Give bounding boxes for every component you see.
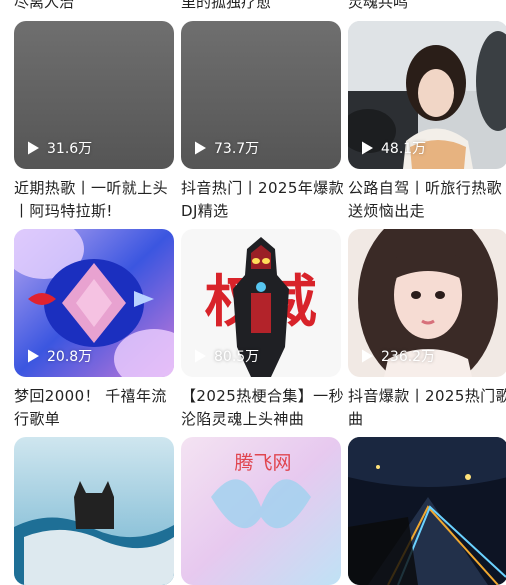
- playlist-card[interactable]: 20.8万 梦回2000！ 千禧年流行歌单: [14, 229, 174, 431]
- play-triangle-icon: [362, 349, 373, 363]
- playlist-card[interactable]: 31.6万 近期热歌丨一听就上头丨阿玛特拉斯!: [14, 21, 174, 223]
- play-count: 236.2万: [359, 346, 435, 366]
- playlist-card[interactable]: [14, 437, 174, 585]
- play-count: 31.6万: [25, 138, 92, 158]
- cover-image: 腾飞网: [181, 437, 341, 585]
- playlist-card[interactable]: 236.2万 抖音爆款丨2025热门歌曲: [348, 229, 506, 431]
- playlist-card[interactable]: 48.1万 公路自驾丨听旅行热歌送烦恼出走: [348, 21, 506, 223]
- previous-row-titles: 尽离人治 里的孤独疗愈 灵魂共鸣: [0, 0, 506, 12]
- watermark-text: 腾飞网: [234, 452, 291, 474]
- play-count-text: 73.7万: [214, 141, 260, 157]
- play-triangle-icon: [28, 141, 39, 155]
- playlist-title[interactable]: 【2025热梗合集】一秒沦陷灵魂上头神曲: [181, 385, 347, 431]
- playlist-cover[interactable]: [348, 437, 506, 585]
- playlist-title[interactable]: 抖音爆款丨2025热门歌曲: [348, 385, 506, 431]
- playlist-cover[interactable]: 腾飞网: [181, 437, 341, 585]
- play-triangle-icon: [362, 141, 373, 155]
- play-count: 48.1万: [359, 138, 426, 158]
- play-count: 73.7万: [192, 138, 259, 158]
- play-count-text: 48.1万: [381, 141, 427, 157]
- cover-image: [14, 437, 174, 585]
- play-count-text: 20.8万: [47, 349, 93, 365]
- play-count-text: 236.2万: [381, 349, 436, 365]
- playlist-cover[interactable]: 48.1万: [348, 21, 506, 169]
- play-count-text: 31.6万: [47, 141, 93, 157]
- playlist-cover[interactable]: 236.2万: [348, 229, 506, 377]
- cover-image: [348, 437, 506, 585]
- playlist-card[interactable]: 73.7万 抖音热门丨2025年爆款DJ精选: [181, 21, 344, 223]
- playlist-cover[interactable]: 20.8万: [14, 229, 174, 377]
- playlist-cover[interactable]: 73.7万: [181, 21, 341, 169]
- play-count: 20.8万: [25, 346, 92, 366]
- play-triangle-icon: [28, 349, 39, 363]
- playlist-cover[interactable]: 31.6万: [14, 21, 174, 169]
- playlist-title[interactable]: 近期热歌丨一听就上头丨阿玛特拉斯!: [14, 177, 180, 223]
- playlist-title: 灵魂共鸣: [348, 0, 409, 11]
- play-triangle-icon: [195, 141, 206, 155]
- play-count-text: 80.5万: [214, 349, 260, 365]
- play-triangle-icon: [195, 349, 206, 363]
- play-count: 80.5万: [192, 346, 259, 366]
- playlist-card[interactable]: 腾飞网: [181, 437, 341, 585]
- playlist-title: 尽离人治: [14, 0, 75, 11]
- playlist-card[interactable]: 权威 80.5万 【2025热梗合集】一秒沦陷灵魂上头神曲: [181, 229, 344, 431]
- playlist-cover[interactable]: 权威 80.5万: [181, 229, 341, 377]
- playlist-cover[interactable]: [14, 437, 174, 585]
- playlist-title[interactable]: 梦回2000！ 千禧年流行歌单: [14, 385, 180, 431]
- playlist-title[interactable]: 抖音热门丨2025年爆款DJ精选: [181, 177, 347, 223]
- playlist-title[interactable]: 公路自驾丨听旅行热歌送烦恼出走: [348, 177, 506, 223]
- playlist-card[interactable]: [348, 437, 506, 585]
- playlist-title: 里的孤独疗愈: [181, 0, 272, 11]
